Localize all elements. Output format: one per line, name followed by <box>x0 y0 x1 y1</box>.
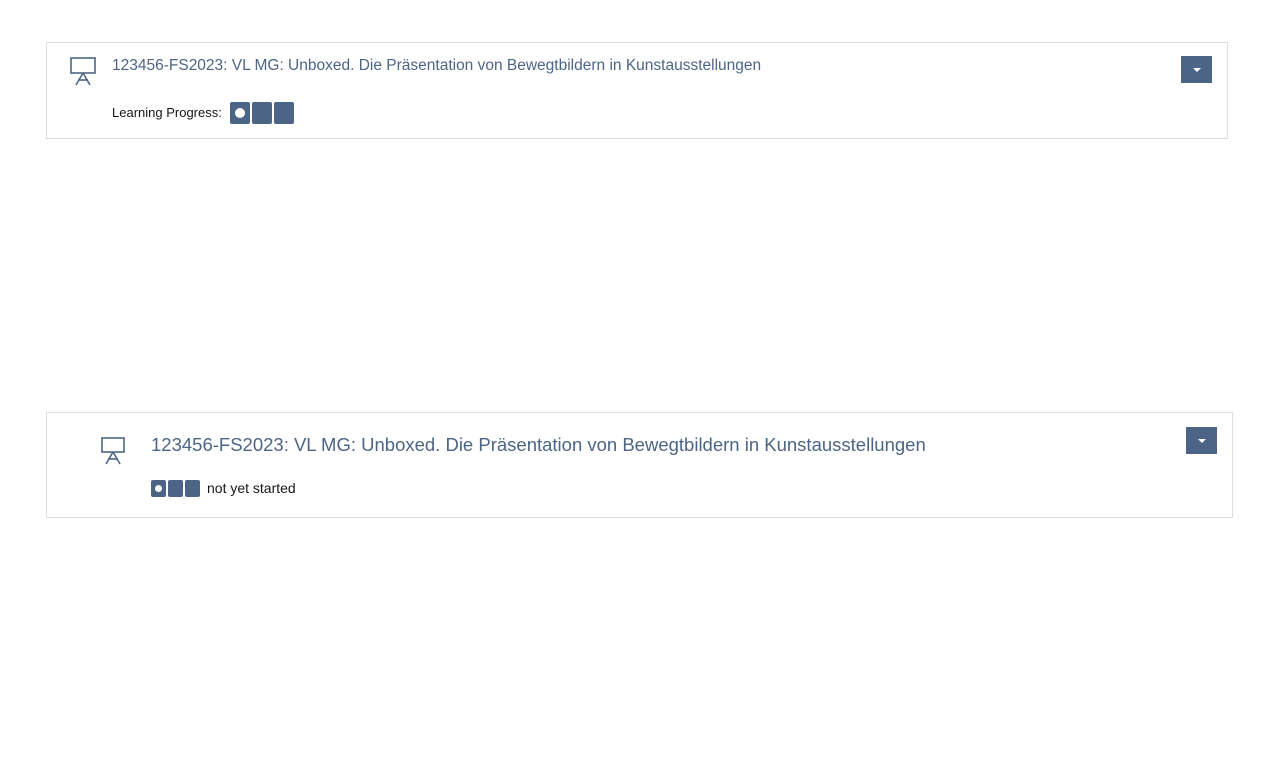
chevron-down-icon <box>1193 68 1201 72</box>
progress-step-current <box>230 102 250 124</box>
course-item-card: 123456-FS2023: VL MG: Unboxed. Die Präse… <box>46 42 1228 139</box>
progress-step-current <box>151 480 166 497</box>
progress-indicator <box>151 480 200 497</box>
course-title-link[interactable]: 123456-FS2023: VL MG: Unboxed. Die Präse… <box>151 434 926 456</box>
presentation-board-icon <box>69 56 97 86</box>
course-title-link[interactable]: 123456-FS2023: VL MG: Unboxed. Die Präse… <box>112 57 761 75</box>
progress-step <box>274 102 294 124</box>
presentation-board-icon <box>100 436 126 465</box>
actions-dropdown-button[interactable] <box>1181 56 1212 83</box>
current-step-dot-icon <box>235 108 245 118</box>
progress-status-text: not yet started <box>207 480 296 496</box>
progress-step <box>168 480 183 497</box>
progress-step <box>185 480 200 497</box>
progress-indicator <box>230 102 294 124</box>
actions-dropdown-button[interactable] <box>1186 427 1217 454</box>
progress-step <box>252 102 272 124</box>
current-step-dot-icon <box>155 485 162 492</box>
learning-progress-label: Learning Progress: <box>112 105 222 120</box>
chevron-down-icon <box>1198 439 1206 443</box>
course-item-card: 123456-FS2023: VL MG: Unboxed. Die Präse… <box>46 412 1233 518</box>
